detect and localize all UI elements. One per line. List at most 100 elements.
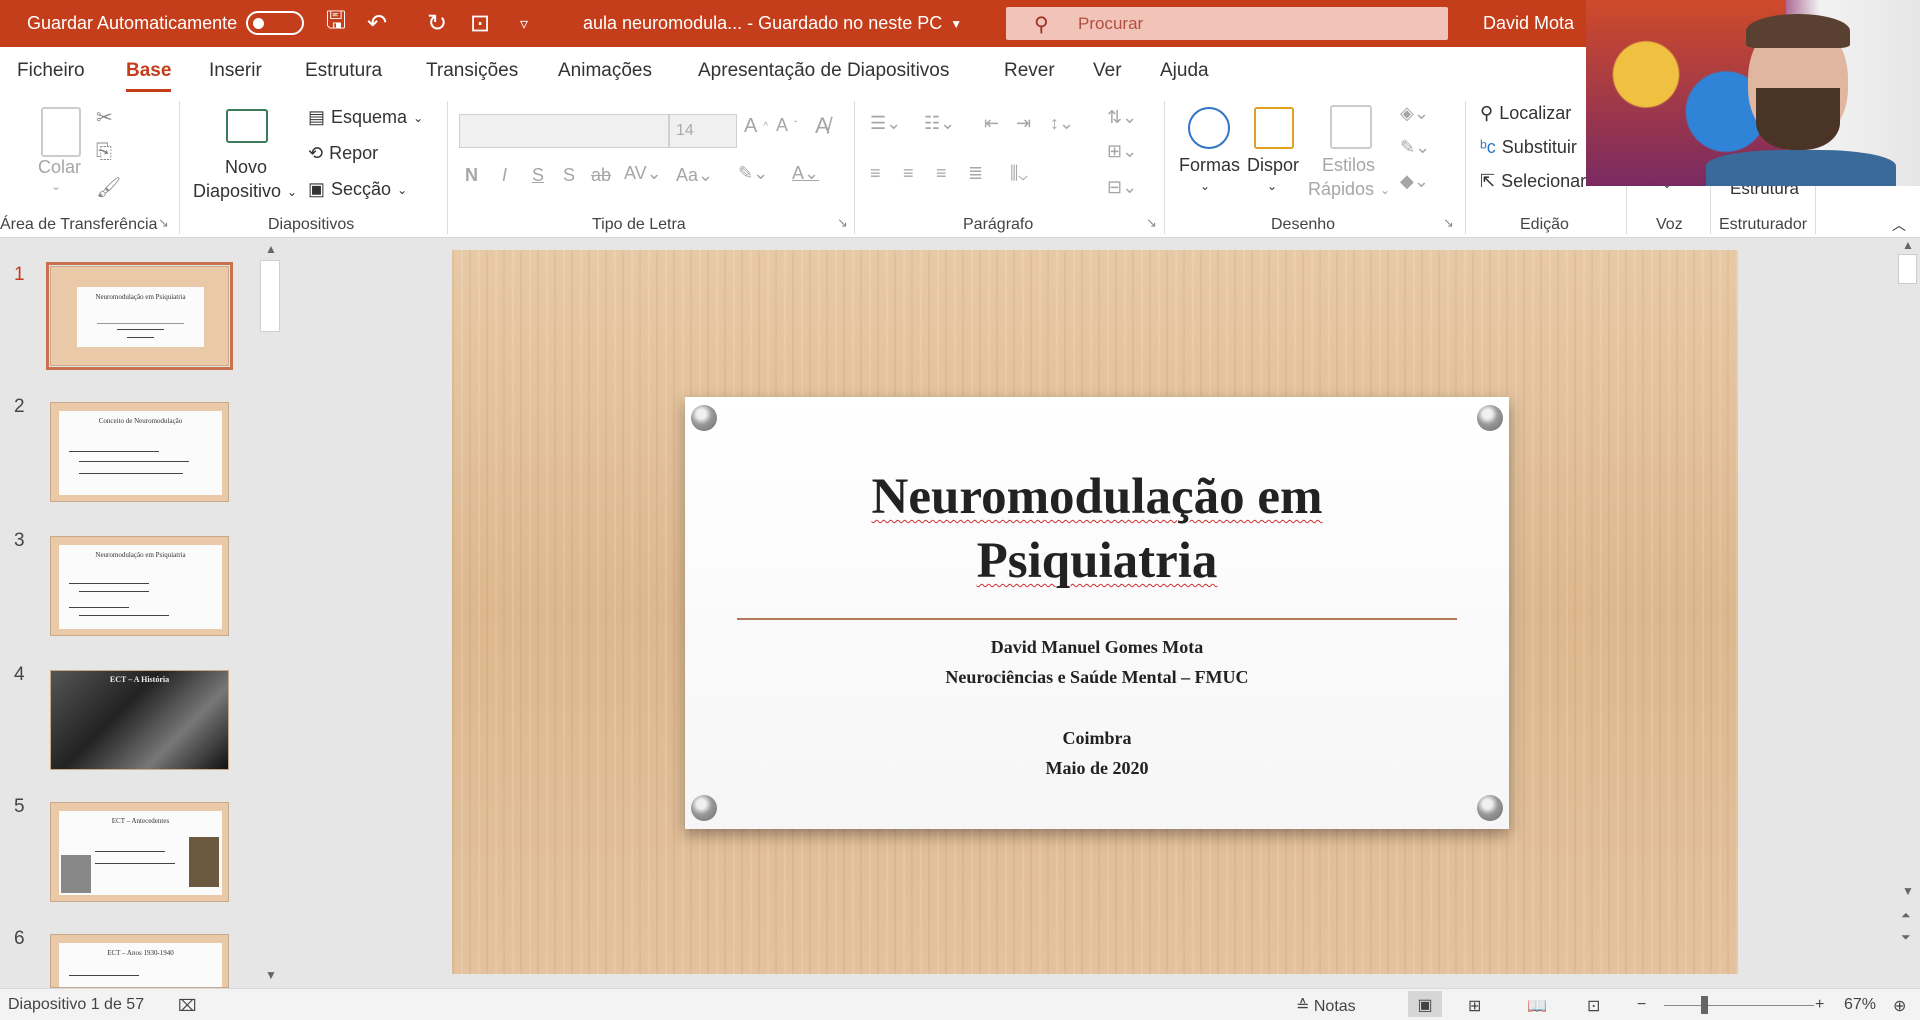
copy-icon[interactable]: ⎘: [96, 141, 112, 164]
notes-button[interactable]: ≙ Notas: [1296, 996, 1356, 1016]
align-center-icon[interactable]: ≡: [903, 163, 914, 184]
font-name-box[interactable]: [459, 114, 669, 148]
dialog-launcher-icon[interactable]: ↘: [158, 215, 169, 231]
change-case-icon[interactable]: Aa⌄: [676, 165, 713, 186]
dialog-launcher-icon[interactable]: ↘: [837, 215, 848, 231]
columns-icon[interactable]: ⫼⌄: [1010, 163, 1028, 184]
scrollbar-thumb[interactable]: [1898, 254, 1917, 284]
slide-thumbnail-2[interactable]: Conceito de Neuromodulação: [50, 402, 229, 502]
line-spacing-icon[interactable]: ↕⌄: [1050, 113, 1074, 134]
slide-city[interactable]: Coimbra: [685, 728, 1509, 749]
slideshow-view-icon[interactable]: ⊡: [1587, 996, 1600, 1016]
thumbnails-scrollbar[interactable]: ▲ ▼: [258, 242, 283, 988]
smartart-icon[interactable]: ⊟⌄: [1107, 177, 1137, 198]
present-icon[interactable]: ⊡: [463, 0, 497, 47]
quick-styles-button[interactable]: Rápidos ⌄: [1308, 179, 1390, 200]
bold-button[interactable]: N: [465, 165, 478, 186]
document-title[interactable]: aula neuromodula... - Guardado no neste …: [583, 0, 962, 47]
redo-icon[interactable]: ↻: [420, 0, 454, 47]
slide-thumbnail-3[interactable]: Neuromodulação em Psiquiatria: [50, 536, 229, 636]
highlight-color-icon[interactable]: ✎⌄: [738, 163, 768, 184]
editor-scrollbar[interactable]: ▲ ▼ ⏶ ⏷: [1895, 238, 1920, 988]
replace-button[interactable]: ᵇc Substituir: [1480, 137, 1577, 158]
text-direction-icon[interactable]: ⇅⌄: [1107, 107, 1137, 128]
decrease-indent-icon[interactable]: ⇤: [984, 113, 999, 134]
dialog-launcher-icon[interactable]: ↘: [1146, 215, 1157, 231]
reading-view-icon[interactable]: 📖: [1527, 996, 1547, 1016]
slide-sorter-icon[interactable]: ⊞: [1468, 996, 1481, 1016]
grow-font-icon[interactable]: A ^: [744, 115, 768, 138]
align-left-icon[interactable]: ≡: [870, 163, 881, 184]
tab-file[interactable]: Ficheiro: [17, 60, 85, 82]
zoom-level[interactable]: 67%: [1844, 996, 1876, 1014]
tab-design[interactable]: Estrutura: [305, 60, 382, 82]
user-name[interactable]: David Mota: [1483, 0, 1574, 47]
section-button[interactable]: ▣ Secção ⌄: [308, 179, 407, 200]
select-button[interactable]: ⇱ Selecionar: [1480, 171, 1586, 192]
layout-button[interactable]: ▤ Esquema ⌄: [308, 107, 423, 128]
tab-review[interactable]: Rever: [1004, 60, 1055, 82]
tab-insert[interactable]: Inserir: [209, 60, 262, 82]
align-right-icon[interactable]: ≡: [936, 163, 947, 184]
tab-slideshow[interactable]: Apresentação de Diapositivos: [698, 60, 949, 82]
shadow-button[interactable]: S: [563, 165, 575, 186]
slide-thumbnail-1[interactable]: Neuromodulação em Psiquiatria: [46, 262, 233, 370]
clear-formatting-icon[interactable]: A̸: [815, 113, 830, 139]
scroll-down-icon[interactable]: ▼: [1902, 884, 1914, 898]
justify-icon[interactable]: ≣: [968, 163, 983, 184]
shape-effects-icon[interactable]: ◆⌄: [1400, 171, 1429, 192]
underline-button[interactable]: S: [532, 165, 544, 186]
scroll-up-icon[interactable]: ▲: [1902, 238, 1914, 252]
slide-title[interactable]: Neuromodulação em Psiquiatria: [685, 465, 1509, 593]
shrink-font-icon[interactable]: Aˇ: [776, 115, 797, 136]
new-slide-label-1[interactable]: Novo: [225, 157, 267, 178]
tab-help[interactable]: Ajuda: [1160, 60, 1209, 82]
save-icon[interactable]: 🖫: [319, 0, 353, 47]
scroll-up-icon[interactable]: ▲: [265, 242, 277, 256]
current-slide[interactable]: Neuromodulação em Psiquiatria David Manu…: [452, 250, 1738, 974]
fit-to-window-icon[interactable]: ⊕: [1893, 996, 1906, 1016]
scrollbar-thumb[interactable]: [260, 260, 280, 332]
shapes-button[interactable]: Formas: [1179, 155, 1240, 176]
tab-animations[interactable]: Animações: [558, 60, 652, 82]
collapse-ribbon-icon[interactable]: ︿: [1892, 215, 1906, 235]
scroll-down-icon[interactable]: ▼: [265, 968, 277, 982]
previous-slide-icon[interactable]: ⏶: [1901, 908, 1911, 923]
align-text-icon[interactable]: ⊞⌄: [1107, 141, 1137, 162]
accessibility-icon[interactable]: ⌧: [178, 996, 196, 1016]
italic-button[interactable]: I: [502, 165, 507, 186]
shape-fill-icon[interactable]: ◈⌄: [1400, 103, 1429, 124]
customize-qat-icon[interactable]: ▿: [507, 0, 541, 47]
find-button[interactable]: ⚲ Localizar: [1480, 103, 1571, 124]
zoom-slider-thumb[interactable]: [1701, 996, 1708, 1014]
paste-button[interactable]: Colar: [38, 157, 81, 178]
font-color-icon[interactable]: A⌄: [792, 163, 819, 184]
zoom-slider[interactable]: [1664, 1005, 1814, 1006]
slide-thumbnail-5[interactable]: ECT – Antecedentes: [50, 802, 229, 902]
tab-home[interactable]: Base: [126, 60, 172, 92]
tab-transitions[interactable]: Transições: [426, 60, 518, 82]
slide-author[interactable]: David Manuel Gomes Mota: [685, 637, 1509, 658]
search-box[interactable]: ⚲ Procurar: [1006, 7, 1448, 40]
normal-view-icon[interactable]: ▣: [1408, 991, 1442, 1017]
tab-view[interactable]: Ver: [1093, 60, 1122, 82]
next-slide-icon[interactable]: ⏷: [1901, 930, 1911, 945]
new-slide-button[interactable]: Diapositivo ⌄: [193, 181, 297, 202]
slide-date[interactable]: Maio de 2020: [685, 758, 1509, 779]
cut-icon[interactable]: ✂: [96, 105, 113, 130]
reset-button[interactable]: ⟲ Repor: [308, 143, 378, 164]
char-spacing-icon[interactable]: AV⌄: [624, 163, 662, 184]
slide-thumbnail-6[interactable]: ECT – Anos 1930-1940: [50, 934, 229, 988]
increase-indent-icon[interactable]: ⇥: [1016, 113, 1031, 134]
dialog-launcher-icon[interactable]: ↘: [1443, 215, 1454, 231]
numbering-icon[interactable]: ☷⌄: [924, 113, 955, 134]
shape-outline-icon[interactable]: ✎⌄: [1400, 137, 1430, 158]
bullets-icon[interactable]: ☰⌄: [870, 113, 901, 134]
format-painter-icon[interactable]: 🖌: [96, 175, 121, 200]
arrange-button[interactable]: Dispor: [1247, 155, 1299, 176]
zoom-in-icon[interactable]: +: [1815, 996, 1824, 1014]
slide-affiliation[interactable]: Neurociências e Saúde Mental – FMUC: [685, 667, 1509, 688]
quick-styles-label-1[interactable]: Estilos: [1322, 155, 1375, 176]
font-size-box[interactable]: 14: [669, 114, 737, 148]
slide-thumbnail-4[interactable]: ECT – A História: [50, 670, 229, 770]
